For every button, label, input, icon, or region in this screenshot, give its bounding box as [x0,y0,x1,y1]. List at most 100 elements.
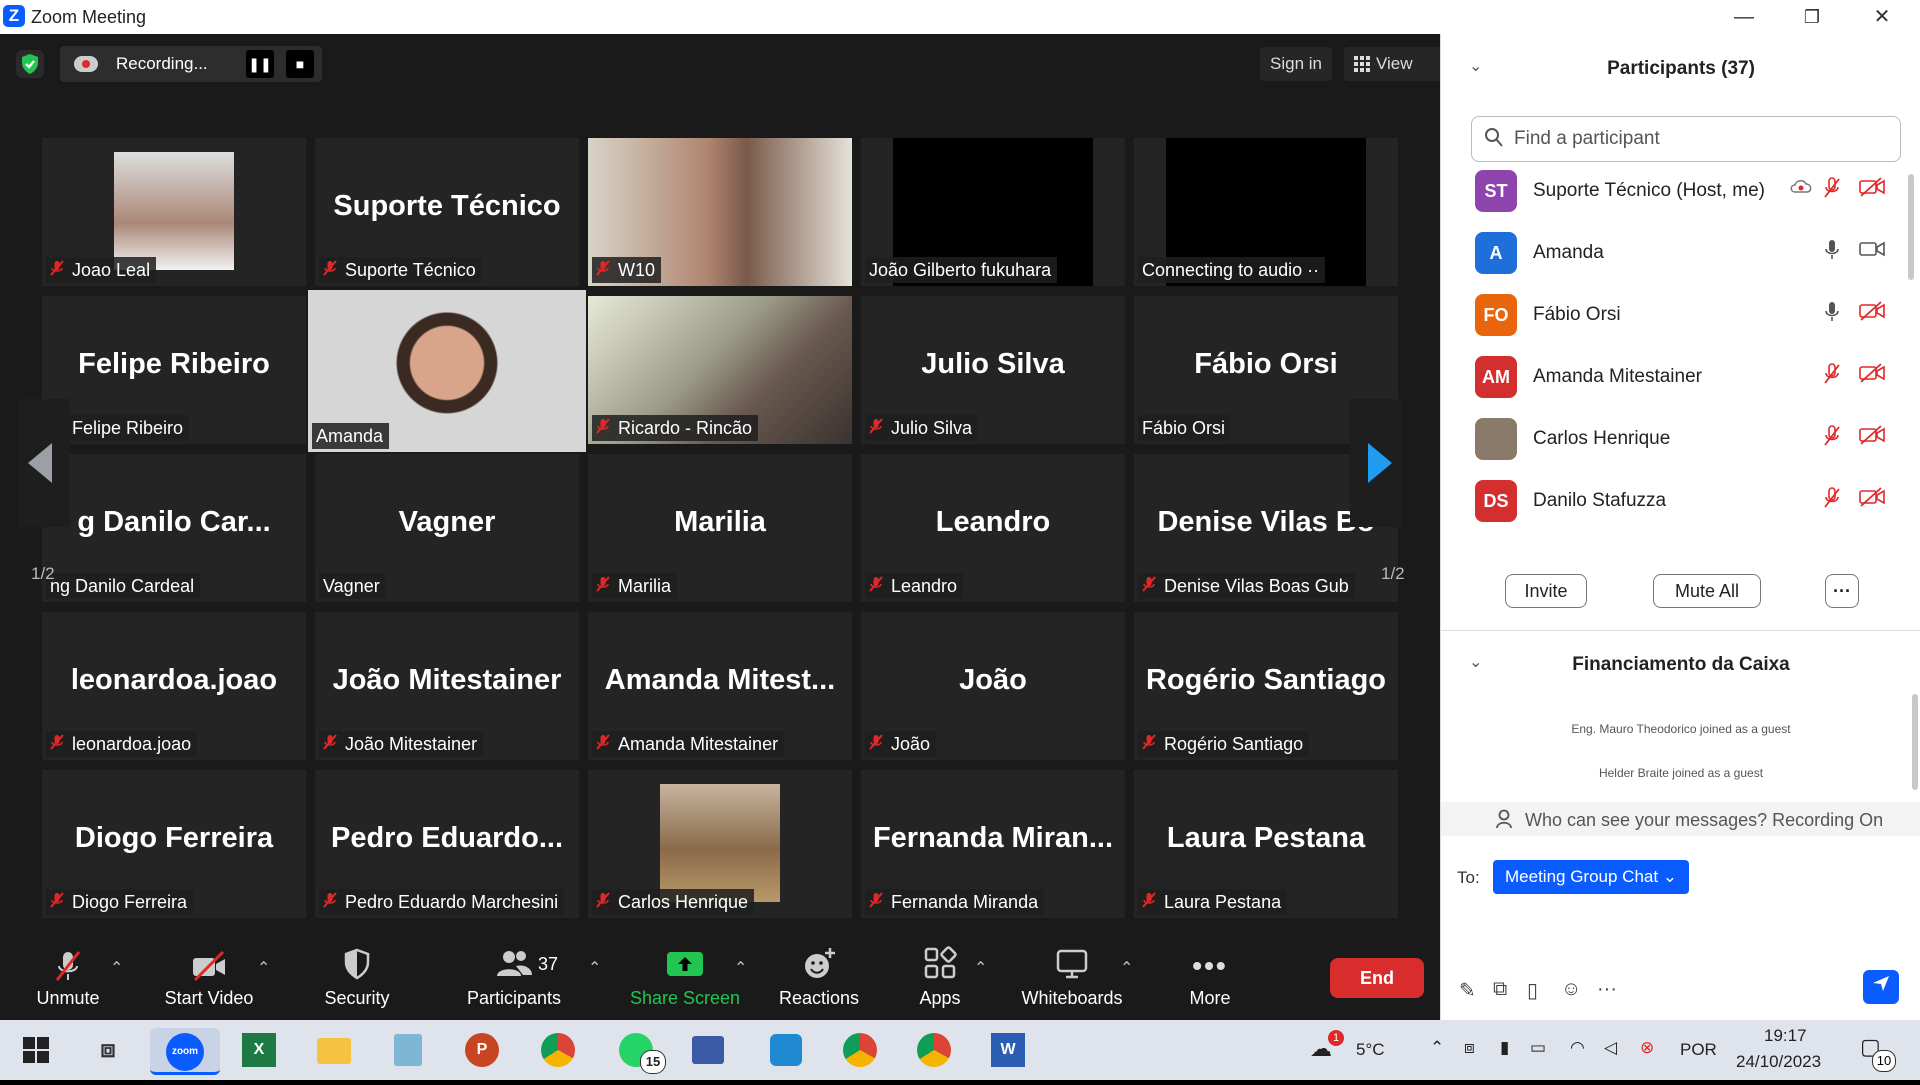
file-explorer-icon[interactable] [312,1028,356,1072]
reactions-button[interactable]: Reactions [774,946,864,1009]
stop-recording-button[interactable]: ■ [286,50,314,78]
chrome-app-icon[interactable] [536,1028,580,1072]
chat-recipient-dropdown[interactable]: Meeting Group Chat ⌄ [1493,860,1690,894]
excel-app-icon[interactable]: X [237,1028,281,1072]
pause-recording-button[interactable]: ❚❚ [246,50,274,78]
file-attach-icon[interactable]: ▯ [1527,978,1538,1003]
network-app-icon[interactable] [686,1028,730,1072]
clock-date[interactable]: 24/10/2023 [1736,1052,1821,1072]
participant-tile[interactable]: Diogo Ferreira Diogo Ferreira [42,770,306,918]
participants-button[interactable]: 37 Participants [462,946,566,1009]
show-hidden-icons-chevron-icon[interactable]: ⌃ [1430,1038,1444,1058]
share-screen-button[interactable]: Share Screen [628,946,742,1009]
video-off-icon[interactable] [1859,363,1885,389]
participant-tile[interactable]: Rogério Santiago Rogério Santiago [1134,612,1398,760]
volume-icon[interactable]: ◁ [1604,1038,1617,1058]
participant-row[interactable]: AM Amanda Mitestainer [1471,346,1891,400]
participant-search-input[interactable] [1512,125,1886,153]
chat-more-icon[interactable]: ··· [1597,978,1617,1001]
participant-tile[interactable]: W10 [588,138,852,286]
next-page-button[interactable] [1350,399,1402,527]
participant-tile[interactable]: Laura Pestana Laura Pestana [1134,770,1398,918]
screenshot-icon[interactable]: ⧉ [1493,978,1507,1001]
video-off-icon[interactable] [1859,487,1885,513]
participant-row[interactable]: A Amanda [1471,222,1891,276]
microphone-tray-icon[interactable]: ▮ [1500,1038,1509,1058]
end-meeting-button[interactable]: End [1330,958,1424,998]
maximize-button[interactable]: ❐ [1788,2,1836,32]
audio-options-caret-icon[interactable]: ⌃ [110,958,123,978]
share-options-caret-icon[interactable]: ⌃ [734,958,747,978]
participant-tile[interactable]: Joao Leal [42,138,306,286]
video-off-icon[interactable] [1859,177,1885,203]
previous-page-button[interactable] [18,399,70,527]
video-off-icon[interactable] [1859,301,1885,327]
unmute-button[interactable]: Unmute [28,946,108,1009]
participant-tile[interactable]: João Gilberto fukuhara [861,138,1125,286]
invite-button[interactable]: Invite [1505,574,1587,608]
wifi-icon[interactable]: ◠ [1570,1038,1585,1058]
participant-tile[interactable]: João João [861,612,1125,760]
whatsapp-app-icon[interactable]: 15 [614,1028,666,1074]
close-button[interactable]: ✕ [1858,2,1906,32]
participant-row[interactable]: FO Fábio Orsi [1471,284,1891,338]
participant-row[interactable]: DS Danilo Stafuzza [1471,470,1891,524]
chat-visibility-notice[interactable]: Who can see your messages? Recording On [1441,802,1920,836]
vscode-app-icon[interactable] [764,1028,808,1072]
taskbar-zoom-app[interactable]: zoom [150,1028,220,1075]
weather-temperature[interactable]: 5°C [1356,1040,1385,1060]
send-message-button[interactable] [1863,970,1899,1004]
apps-caret-icon[interactable]: ⌃ [974,958,987,978]
word-app-icon[interactable]: W [986,1028,1030,1072]
participant-row[interactable]: ST Suporte Técnico (Host, me) [1471,160,1891,214]
participant-tile[interactable]: Felipe Ribeiro Felipe Ribeiro [42,296,306,444]
whiteboards-caret-icon[interactable]: ⌃ [1120,958,1133,978]
powerpoint-app-icon[interactable]: P [460,1028,504,1072]
video-off-icon[interactable] [1859,425,1885,451]
security-alert-icon[interactable]: ⊗ [1640,1038,1654,1058]
participant-tile[interactable]: Leandro Leandro [861,454,1125,602]
participant-tile[interactable]: Vagner Vagner [315,454,579,602]
input-language[interactable]: POR [1680,1040,1717,1060]
battery-icon[interactable]: ▭ [1530,1038,1546,1058]
participant-tile[interactable]: Julio Silva Julio Silva [861,296,1125,444]
more-button[interactable]: ••• More [1180,946,1240,1009]
participants-more-button[interactable]: ··· [1825,574,1859,608]
participant-tile[interactable]: Amanda Mitest... Amanda Mitestainer [588,612,852,760]
view-button[interactable]: View [1344,47,1454,81]
task-view-icon[interactable]: ⧈ [86,1028,130,1072]
sign-in-button[interactable]: Sign in [1260,47,1332,81]
emoji-icon[interactable]: ☺ [1561,978,1581,1001]
encryption-shield-icon[interactable] [16,50,44,78]
participant-tile[interactable]: Amanda [308,290,586,452]
participant-list-scrollbar[interactable] [1908,174,1914,280]
chrome-profile-app-icon[interactable] [838,1028,882,1072]
participant-row[interactable]: Carlos Henrique [1471,408,1891,462]
minimize-button[interactable]: — [1720,2,1768,32]
participants-caret-icon[interactable]: ⌃ [588,958,601,978]
participant-tile[interactable]: leonardoa.joao leonardoa.joao [42,612,306,760]
participant-tile[interactable]: Fernanda Miran... Fernanda Miranda [861,770,1125,918]
participant-tile[interactable]: Pedro Eduardo... Pedro Eduardo Marchesini [315,770,579,918]
chat-scrollbar[interactable] [1912,694,1918,790]
video-options-caret-icon[interactable]: ⌃ [257,958,270,978]
start-video-button[interactable]: Start Video [154,946,264,1009]
security-button[interactable]: Security [314,946,400,1009]
participant-tile[interactable]: Carlos Henrique [588,770,852,918]
participant-tile[interactable]: Ricardo - Rincão [588,296,852,444]
notepad-app-icon[interactable] [386,1028,430,1072]
participant-tile[interactable]: g Danilo Car... ng Danilo Cardeal [42,454,306,602]
apps-button[interactable]: Apps [910,946,970,1009]
mute-all-button[interactable]: Mute All [1653,574,1761,608]
microphone-icon[interactable] [1823,239,1841,267]
meet-now-icon[interactable]: ⧈ [1464,1038,1475,1058]
muted-microphone-icon[interactable] [1823,177,1841,205]
chat-message-input[interactable] [1457,904,1897,954]
clock-time[interactable]: 19:17 [1764,1026,1807,1046]
participant-tile[interactable]: João Mitestainer João Mitestainer [315,612,579,760]
participant-tile[interactable]: Marilia Marilia [588,454,852,602]
muted-microphone-icon[interactable] [1823,425,1841,453]
participant-search-box[interactable] [1471,116,1901,162]
windows-start-icon[interactable] [14,1028,58,1072]
video-camera-icon[interactable] [1859,239,1885,265]
